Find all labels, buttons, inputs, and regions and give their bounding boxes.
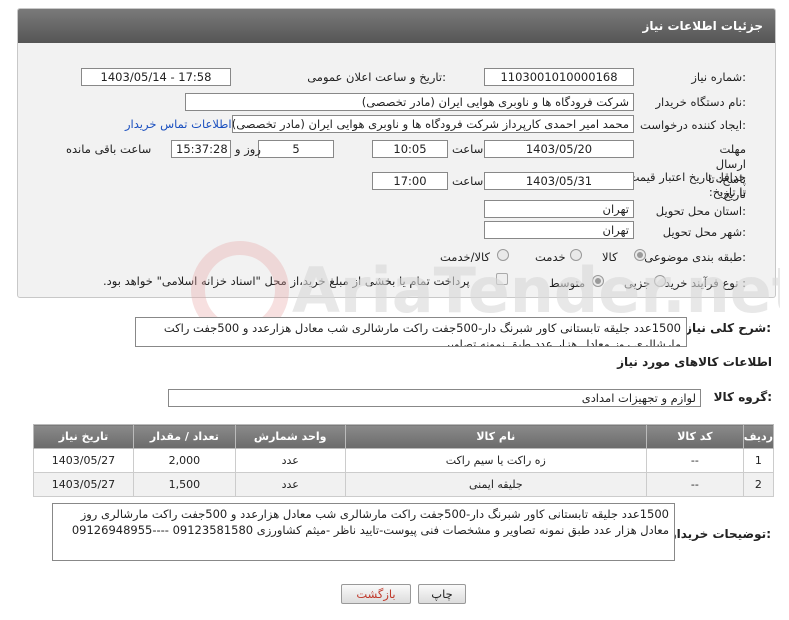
treasury-payment-checkbox[interactable] (496, 273, 508, 285)
days-label: روز و (235, 142, 261, 156)
price-validity-label: حداقل تاریخ اعتبار قیمت: تا تاریخ: (624, 170, 746, 199)
col-qty-header: تعداد / مقدار (132, 424, 236, 449)
cell-qty: 1,500 (132, 472, 236, 497)
deadline-time-field[interactable]: 10:05 (372, 140, 448, 158)
category-radio-service[interactable] (570, 249, 582, 261)
general-description-field[interactable]: 1500عدد جلیقه تابستانی کاور شبرنگ دار-50… (135, 317, 687, 347)
category-radio-goods[interactable] (634, 249, 646, 261)
category-option-service: خدمت (535, 250, 566, 264)
city-field[interactable]: تهران (484, 221, 634, 239)
cell-row: 2 (742, 472, 775, 497)
purchase-radio-minor[interactable] (654, 275, 666, 287)
goods-group-label: گروه کالا: (713, 390, 772, 404)
table-row[interactable]: 2 -- جلیقه ایمنی عدد 1,500 1403/05/27 (33, 472, 775, 497)
remaining-time-label: ساعت باقی مانده (66, 142, 152, 156)
cell-code: -- (645, 472, 744, 497)
announce-date-field[interactable]: 1403/05/14 - 17:58 (81, 68, 231, 86)
buyer-org-field[interactable]: شرکت فرودگاه ها و ناوبری هوایی ایران (ما… (185, 93, 634, 111)
col-unit-header: واحد شمارش (234, 424, 346, 449)
col-name-header: نام کالا (344, 424, 647, 449)
category-option-goods: کالا (602, 250, 618, 264)
remaining-time-field[interactable]: 15:37:28 (171, 140, 231, 158)
cell-row: 1 (742, 448, 775, 473)
back-button[interactable]: بازگشت (341, 584, 411, 604)
cell-name: زه راکت یا سیم راکت (344, 448, 647, 473)
cell-qty: 2,000 (132, 448, 236, 473)
category-label: طبقه بندی موضوعی: (644, 250, 746, 264)
requester-label: ایجاد کننده درخواست: (640, 118, 746, 132)
province-field[interactable]: تهران (484, 200, 634, 218)
goods-info-title: اطلاعات کالاهای مورد نیاز (617, 355, 772, 369)
panel-title: جزئیات اطلاعات نیاز (642, 19, 763, 33)
print-button[interactable]: چاپ (418, 584, 466, 604)
price-validity-time-label: ساعت (452, 174, 484, 188)
price-validity-time-field[interactable]: 17:00 (372, 172, 448, 190)
purchase-radio-medium[interactable] (592, 275, 604, 287)
buyer-org-label: نام دستگاه خریدار: (655, 95, 746, 109)
buyer-notes-label: توضیحات خریدار: (669, 527, 771, 541)
announce-date-label: تاریخ و ساعت اعلان عمومی: (307, 70, 446, 84)
price-validity-date-field[interactable]: 1403/05/31 (484, 172, 634, 190)
col-row-header: ردیف (742, 424, 775, 449)
buyer-notes-field[interactable]: 1500عدد جلیقه تابستانی کاور شبرنگ دار-50… (52, 503, 675, 561)
days-field[interactable]: 5 (258, 140, 334, 158)
requester-field[interactable]: محمد امیر احمدی کارپرداز شرکت فرودگاه ها… (232, 115, 634, 133)
panel-header: جزئیات اطلاعات نیاز (18, 9, 775, 43)
col-date-header: تاریخ نیاز (33, 424, 134, 449)
cell-date: 1403/05/27 (33, 472, 134, 497)
treasury-payment-note: پرداخت تمام یا بخشی از مبلغ خرید،از محل … (103, 274, 470, 288)
buyer-contact-link[interactable]: اطلاعات تماس خریدار (125, 117, 232, 131)
goods-table: ردیف کد کالا نام کالا واحد شمارش تعداد /… (33, 424, 775, 497)
purchase-type-label: نوع فرآیند خرید : (664, 276, 746, 290)
category-option-goods-service: کالا/خدمت (440, 250, 491, 264)
table-header-row: ردیف کد کالا نام کالا واحد شمارش تعداد /… (33, 424, 775, 449)
cell-name: جلیقه ایمنی (344, 472, 647, 497)
need-number-field[interactable]: 1103001010000168 (484, 68, 634, 86)
category-radio-goods-service[interactable] (497, 249, 509, 261)
purchase-option-medium: متوسط (549, 276, 586, 290)
col-code-header: کد کالا (645, 424, 744, 449)
deadline-time-label: ساعت (452, 142, 484, 156)
cell-code: -- (645, 448, 744, 473)
table-row[interactable]: 1 -- زه راکت یا سیم راکت عدد 2,000 1403/… (33, 448, 775, 473)
cell-unit: عدد (234, 472, 346, 497)
province-label: استان محل تحویل: (655, 204, 746, 218)
need-number-label: شماره نیاز: (691, 70, 746, 84)
city-label: شهر محل تحویل: (662, 225, 746, 239)
deadline-date-field[interactable]: 1403/05/20 (484, 140, 634, 158)
purchase-option-minor: جزیی (624, 276, 651, 290)
general-description-label: شرح کلی نیاز: (685, 321, 771, 335)
cell-date: 1403/05/27 (33, 448, 134, 473)
goods-group-field[interactable]: لوازم و تجهیزات امدادی (168, 389, 701, 407)
cell-unit: عدد (234, 448, 346, 473)
